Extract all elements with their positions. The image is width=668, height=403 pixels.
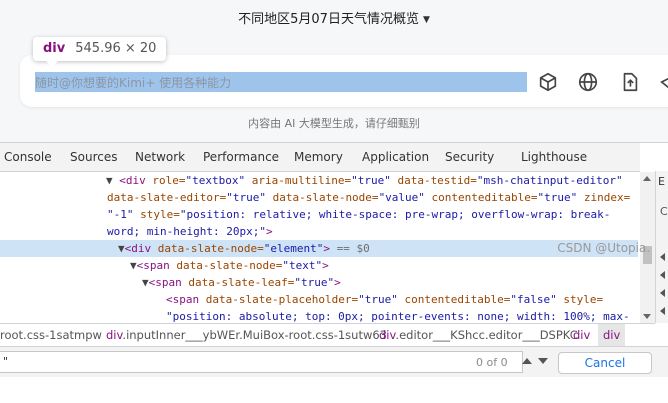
- scroll-up-icon[interactable]: [643, 176, 651, 181]
- breadcrumb-item[interactable]: div.inputInner___ybWEr.MuiBox-root.css-1…: [106, 324, 387, 346]
- tab-console[interactable]: Console: [4, 150, 52, 164]
- side-panel-arrow: [660, 307, 665, 315]
- side-panel-arrow: [660, 271, 665, 279]
- cube-icon[interactable]: [537, 71, 559, 93]
- breadcrumb-item[interactable]: div.editor___KShcc.editor___DSPKC: [379, 324, 578, 346]
- side-panel-arrow: [660, 289, 665, 297]
- tab-sources[interactable]: Sources: [70, 150, 117, 164]
- conversation-title[interactable]: 不同地区5月07日天气情况概览 ▼: [0, 8, 668, 27]
- expand-triangle-icon[interactable]: ▼: [106, 174, 113, 187]
- devtools-tab-bar: Console Sources Network Performance Memo…: [0, 143, 640, 172]
- scroll-down-icon[interactable]: [643, 314, 651, 319]
- dom-line[interactable]: "position: absolute; top: 0px; pointer-e…: [166, 308, 640, 323]
- devtools-panel: Console Sources Network Performance Memo…: [0, 142, 668, 403]
- next-match-icon[interactable]: [538, 358, 548, 364]
- tab-lighthouse[interactable]: Lighthouse: [521, 150, 587, 164]
- tab-network[interactable]: Network: [135, 150, 185, 164]
- chat-input-editor[interactable]: 随时@你想要的Kimi+ 使用各种能力: [35, 72, 527, 92]
- tab-performance[interactable]: Performance: [203, 150, 279, 164]
- expand-triangle-icon[interactable]: ▼: [142, 276, 149, 289]
- tab-security[interactable]: Security: [445, 150, 494, 164]
- bottom-strip: [0, 377, 668, 403]
- dom-line-selected[interactable]: ▼<div data-slate-node="element"> == $0: [0, 240, 638, 257]
- upload-file-icon[interactable]: [619, 71, 641, 93]
- chat-input-box: 随时@你想要的Kimi+ 使用各种能力: [20, 55, 668, 107]
- side-panel-arrow: [660, 253, 665, 261]
- breadcrumb-item[interactable]: div: [573, 324, 590, 346]
- element-inspector-tooltip: div 545.96 × 20: [33, 37, 167, 61]
- send-icon[interactable]: [658, 71, 668, 93]
- styles-side-panel[interactable]: [655, 171, 668, 323]
- cancel-button[interactable]: Cancel: [558, 352, 652, 374]
- dom-breadcrumb: root.css-1satmpw div.inputInner___ybWEr.…: [0, 323, 655, 346]
- dom-line[interactable]: ▼<span data-slate-node="text">: [130, 257, 640, 274]
- side-panel-label: E: [658, 175, 665, 188]
- breadcrumb-item-selected[interactable]: div: [598, 324, 626, 346]
- chevron-down-icon[interactable]: ▼: [423, 15, 430, 25]
- tab-memory[interactable]: Memory: [294, 150, 343, 164]
- chat-page: 不同地区5月07日天气情况概览 ▼ 随时@你想要的Kimi+ 使用各种能力 div…: [0, 0, 668, 142]
- csdn-watermark: CSDN @Utopia.: [557, 241, 654, 255]
- tab-application[interactable]: Application: [362, 150, 429, 164]
- tooltip-tag: div: [43, 41, 66, 56]
- breadcrumb-item[interactable]: root.css-1satmpw: [0, 324, 102, 346]
- dom-line[interactable]: ▼ <div role="textbox" aria-multiline="tr…: [106, 172, 640, 189]
- dom-line[interactable]: word; min-height: 20px;">: [107, 223, 640, 240]
- match-count: 0 of 0: [476, 356, 508, 369]
- tooltip-arrow: [46, 61, 58, 67]
- devtools-search-bar: " 0 of 0 Cancel: [0, 346, 668, 377]
- dom-search-input[interactable]: ": [0, 351, 523, 373]
- dom-line[interactable]: data-slate-editor="true" data-slate-node…: [107, 189, 640, 206]
- elements-dom-tree[interactable]: ▼ <div role="textbox" aria-multiline="tr…: [0, 172, 640, 323]
- conversation-title-text: 不同地区5月07日天气情况概览: [238, 12, 419, 27]
- tooltip-dimensions: 545.96 × 20: [75, 41, 157, 56]
- previous-match-icon[interactable]: [522, 358, 532, 364]
- chat-input-placeholder: 随时@你想要的Kimi+ 使用各种能力: [35, 76, 232, 90]
- dom-line[interactable]: "-1" style="position: relative; white-sp…: [107, 206, 640, 223]
- expand-triangle-icon[interactable]: ▼: [130, 259, 137, 272]
- globe-icon[interactable]: [577, 71, 599, 93]
- expand-triangle-icon[interactable]: ▼: [118, 242, 125, 255]
- side-panel-glyph: C: [660, 205, 668, 218]
- ai-disclaimer: 内容由 AI 大模型生成，请仔细甄别: [248, 117, 420, 130]
- dom-line[interactable]: ▼<span data-slate-leaf="true">: [142, 274, 640, 291]
- dom-line[interactable]: <span data-slate-placeholder="true" cont…: [166, 291, 640, 308]
